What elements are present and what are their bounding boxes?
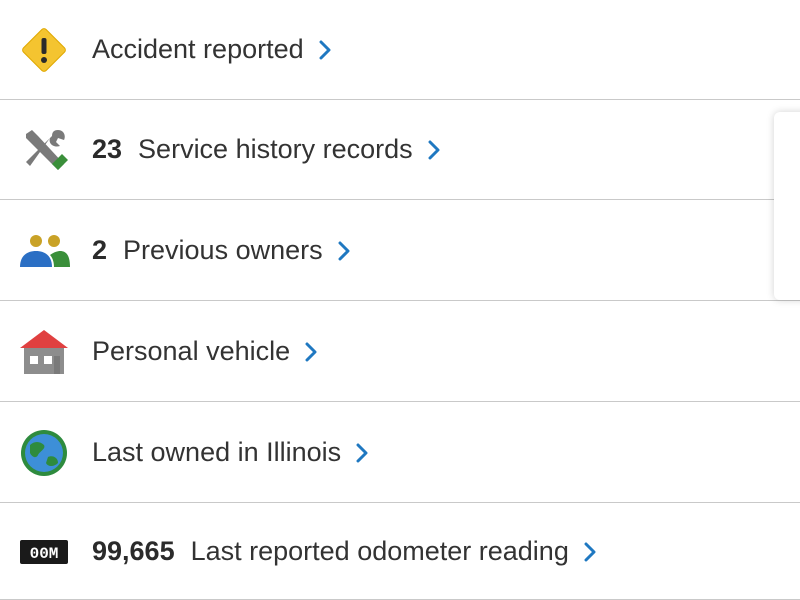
chevron-right-icon [318, 40, 332, 60]
history-item-text: 99,665 Last reported odometer reading [92, 536, 597, 567]
history-item-label: Service history records [138, 134, 413, 164]
history-item-text: Personal vehicle [92, 336, 318, 367]
history-item-text: 23 Service history records [92, 134, 441, 165]
history-item-label: Previous owners [123, 235, 323, 265]
history-item-label: Last reported odometer reading [190, 536, 569, 566]
history-item-count: 2 [92, 235, 108, 265]
history-item-accident[interactable]: Accident reported [0, 0, 800, 100]
history-item-text: 2 Previous owners [92, 235, 351, 266]
history-item-odometer[interactable]: 00M 99,665 Last reported odometer readin… [0, 504, 800, 600]
history-item-text: Last owned in Illinois [92, 437, 369, 468]
history-item-label: Accident reported [92, 34, 304, 64]
owners-icon [18, 225, 70, 277]
chevron-right-icon [583, 542, 597, 562]
chevron-right-icon [304, 342, 318, 362]
side-panel-card [774, 112, 800, 300]
chevron-right-icon [355, 443, 369, 463]
history-item-owners[interactable]: 2 Previous owners [0, 201, 800, 301]
chevron-right-icon [427, 140, 441, 160]
history-item-count: 23 [92, 134, 123, 164]
history-item-label: Last owned in Illinois [92, 437, 342, 467]
history-item-service[interactable]: 23 Service history records [0, 100, 800, 200]
history-item-count: 99,665 [92, 536, 175, 566]
vehicle-history-list: Accident reported 23 Service history rec… [0, 0, 800, 600]
history-item-text: Accident reported [92, 34, 332, 65]
house-icon [18, 326, 70, 378]
warning-icon [18, 24, 70, 76]
chevron-right-icon [337, 241, 351, 261]
history-item-location[interactable]: Last owned in Illinois [0, 403, 800, 503]
history-item-personal[interactable]: Personal vehicle [0, 302, 800, 402]
tools-icon [18, 124, 70, 176]
odometer-icon-text: 00M [30, 545, 59, 563]
odometer-icon: 00M [18, 526, 70, 578]
history-item-label: Personal vehicle [92, 336, 291, 366]
globe-icon [18, 427, 70, 479]
